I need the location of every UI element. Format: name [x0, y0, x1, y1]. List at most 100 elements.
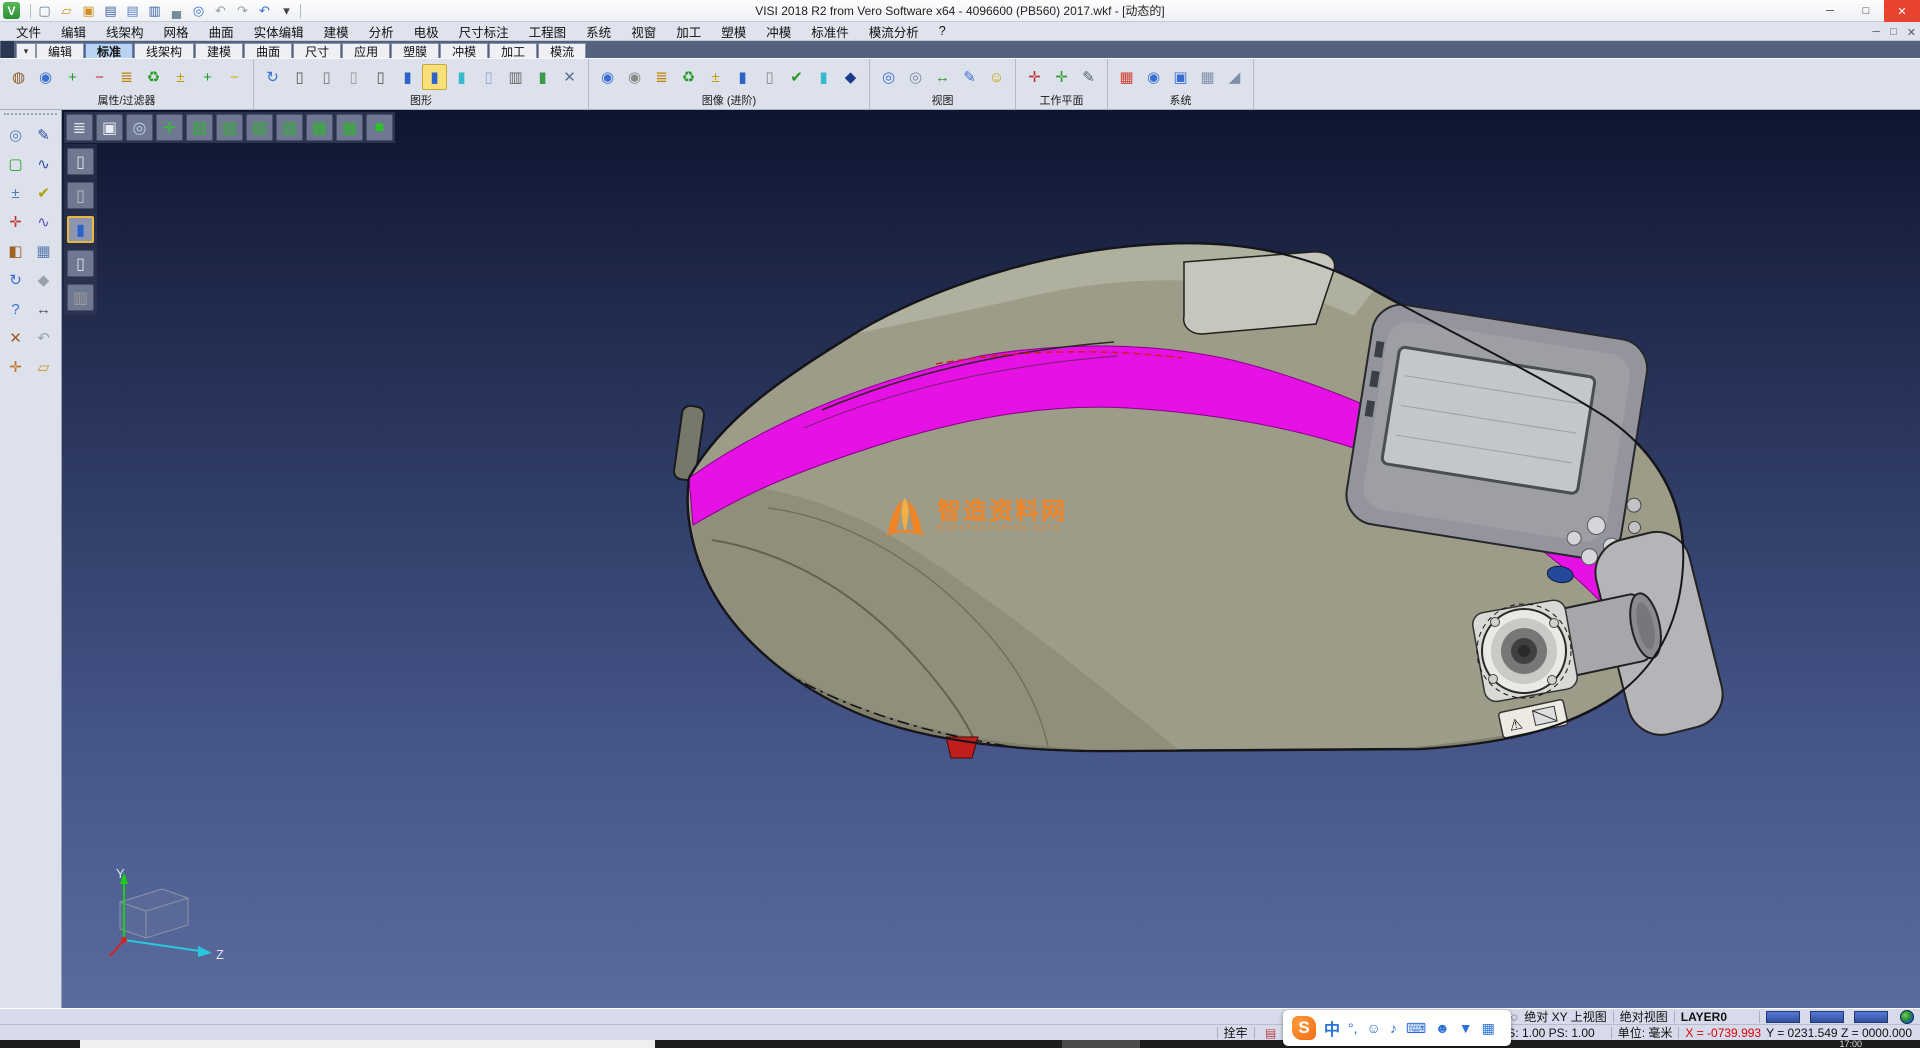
- zoom-fly-icon[interactable]: ◎: [126, 114, 153, 141]
- wireframe-cylinder-icon[interactable]: ▯: [287, 64, 312, 90]
- tab-dropdown-button[interactable]: ▾: [16, 43, 36, 58]
- menu-item[interactable]: 尺寸标注: [449, 22, 519, 41]
- hatched-cylinder-icon[interactable]: ▥: [503, 64, 528, 90]
- redline-icon[interactable]: ✎: [957, 64, 982, 90]
- ribbon-tab[interactable]: 塑膜: [391, 43, 439, 58]
- view-top-icon[interactable]: ▧: [216, 114, 243, 141]
- view-iso-icon[interactable]: ■: [366, 114, 393, 141]
- measure-icon[interactable]: ↔: [930, 64, 955, 90]
- maximize-button[interactable]: □: [1848, 0, 1884, 22]
- render-icon[interactable]: ☺: [984, 64, 1009, 90]
- filter-add-icon[interactable]: +: [60, 64, 85, 90]
- helm-icon[interactable]: ✛: [3, 355, 29, 379]
- ramp-3d-icon[interactable]: ◢: [1222, 64, 1247, 90]
- taskbar-window-button[interactable]: [1062, 1040, 1140, 1048]
- checkbox-icon[interactable]: ✔: [31, 181, 57, 205]
- ribbon-tab[interactable]: 标准: [85, 43, 133, 58]
- ime-emoji-icon[interactable]: ☺: [1367, 1020, 1381, 1037]
- color-palette-icon[interactable]: ▦: [1114, 64, 1139, 90]
- ribbon-tab[interactable]: 建模: [195, 43, 243, 58]
- viewport-3d[interactable]: ≣▣◎✛▧▧▨▨▩▩■ ▯▯▮▯▥: [62, 110, 1920, 1008]
- refresh-graphics-icon[interactable]: ↻: [260, 64, 285, 90]
- shade-wireframe-icon[interactable]: ▯: [67, 148, 94, 175]
- advanced-recycle-icon[interactable]: ♻: [676, 64, 701, 90]
- spline-edit-icon[interactable]: ∿: [31, 210, 57, 234]
- status-indicator-3[interactable]: [1854, 1011, 1888, 1023]
- menu-item[interactable]: 系统: [576, 22, 621, 41]
- axes-icon[interactable]: ✛: [156, 114, 183, 141]
- menu-item[interactable]: 工程图: [519, 22, 577, 41]
- status-plot-icon[interactable]: ▤: [1261, 1026, 1281, 1040]
- ime-punct-icon[interactable]: °,: [1348, 1020, 1358, 1037]
- advanced-transparent-icon[interactable]: ▮: [811, 64, 836, 90]
- minimize-button[interactable]: ─: [1812, 0, 1848, 22]
- zoom-select-icon[interactable]: ◎: [3, 123, 29, 147]
- analysis-cylinder-icon[interactable]: ▮: [530, 64, 555, 90]
- snap-lock-label[interactable]: 拴牢: [1224, 1024, 1248, 1041]
- close-button[interactable]: ✕: [1884, 0, 1920, 22]
- dashed-cylinder-icon[interactable]: ▯: [341, 64, 366, 90]
- globe-icon[interactable]: ◉: [1141, 64, 1166, 90]
- outline-cylinder-icon[interactable]: ▯: [368, 64, 393, 90]
- view-left-icon[interactable]: ▨: [246, 114, 273, 141]
- ribbon-tab[interactable]: 尺寸: [293, 43, 341, 58]
- save-as-icon[interactable]: ▤: [123, 2, 142, 20]
- new-file-icon[interactable]: ▢: [35, 2, 54, 20]
- menu-item[interactable]: 标准件: [801, 22, 859, 41]
- taskbar-window-button[interactable]: [80, 1040, 655, 1048]
- undo-icon[interactable]: ↶: [211, 2, 230, 20]
- windows-taskbar[interactable]: 17:00: [0, 1040, 1920, 1048]
- fit-window-icon[interactable]: ▢: [3, 152, 29, 176]
- ime-language-mode[interactable]: 中: [1324, 1016, 1340, 1040]
- advanced-wire-icon[interactable]: ▯: [757, 64, 782, 90]
- transparent-cylinder-icon[interactable]: ▮: [449, 64, 474, 90]
- advanced-view-icon[interactable]: ◉: [595, 64, 620, 90]
- filter-minus-icon[interactable]: −: [222, 64, 247, 90]
- advanced-plusminus-icon[interactable]: ±: [703, 64, 728, 90]
- modify-attributes-icon[interactable]: ◍: [6, 64, 31, 90]
- advanced-check-icon[interactable]: ✔: [784, 64, 809, 90]
- menu-item[interactable]: 塑模: [711, 22, 756, 41]
- undo-history-icon[interactable]: ↶: [255, 2, 274, 20]
- menu-item[interactable]: 电极: [404, 22, 449, 41]
- advanced-solid-icon[interactable]: ◆: [838, 64, 863, 90]
- fit-view-icon[interactable]: ▣: [96, 114, 123, 141]
- grid-settings-icon[interactable]: ▦: [1195, 64, 1220, 90]
- ribbon-tab[interactable]: 曲面: [244, 43, 292, 58]
- menu-item[interactable]: 冲模: [756, 22, 801, 41]
- menu-item[interactable]: 加工: [666, 22, 711, 41]
- mdi-close-button[interactable]: ✕: [1907, 26, 1916, 39]
- menu-item[interactable]: 编辑: [51, 22, 96, 41]
- advanced-hide-icon[interactable]: ◉: [622, 64, 647, 90]
- zoom-window-icon[interactable]: ◎: [903, 64, 928, 90]
- shade-hidden-icon[interactable]: ▯: [67, 182, 94, 209]
- menu-item[interactable]: ?: [929, 24, 956, 38]
- menu-item[interactable]: 线架构: [96, 22, 154, 41]
- distance-icon[interactable]: ↔: [31, 297, 57, 321]
- filter-reset-icon[interactable]: ♻: [141, 64, 166, 90]
- export-doc-icon[interactable]: ▱: [31, 355, 57, 379]
- filter-remove-icon[interactable]: −: [87, 64, 112, 90]
- refresh-icon[interactable]: ↻: [3, 268, 29, 292]
- ribbon-tab[interactable]: 应用: [342, 43, 390, 58]
- help-icon[interactable]: ?: [3, 297, 29, 321]
- model-pb560[interactable]: ⚠ Y: [62, 110, 1920, 1008]
- save-all-icon[interactable]: ▥: [145, 2, 164, 20]
- curve-edit-icon[interactable]: ∿: [31, 152, 57, 176]
- save-icon[interactable]: ▤: [101, 2, 120, 20]
- shaded-edges-cylinder-icon[interactable]: ▮: [422, 64, 447, 90]
- solid-cube-icon[interactable]: ◆: [31, 268, 57, 292]
- shade-shaded-icon[interactable]: ▮: [67, 216, 94, 243]
- hidden-line-cylinder-icon[interactable]: ▯: [314, 64, 339, 90]
- toolbar-options-icon[interactable]: ▾: [277, 2, 296, 20]
- status-indicator-1[interactable]: [1766, 1011, 1800, 1023]
- globe-status-icon[interactable]: [1900, 1010, 1914, 1024]
- attributes-page-icon[interactable]: ◉: [33, 64, 58, 90]
- status-indicator-2[interactable]: [1810, 1011, 1844, 1023]
- sogou-logo-icon[interactable]: S: [1292, 1016, 1316, 1040]
- menu-item[interactable]: 视窗: [621, 22, 666, 41]
- menu-item[interactable]: 分析: [359, 22, 404, 41]
- advanced-shaded-icon[interactable]: ▮: [730, 64, 755, 90]
- ribbon-tab[interactable]: 冲模: [440, 43, 488, 58]
- view-front-icon[interactable]: ▩: [306, 114, 333, 141]
